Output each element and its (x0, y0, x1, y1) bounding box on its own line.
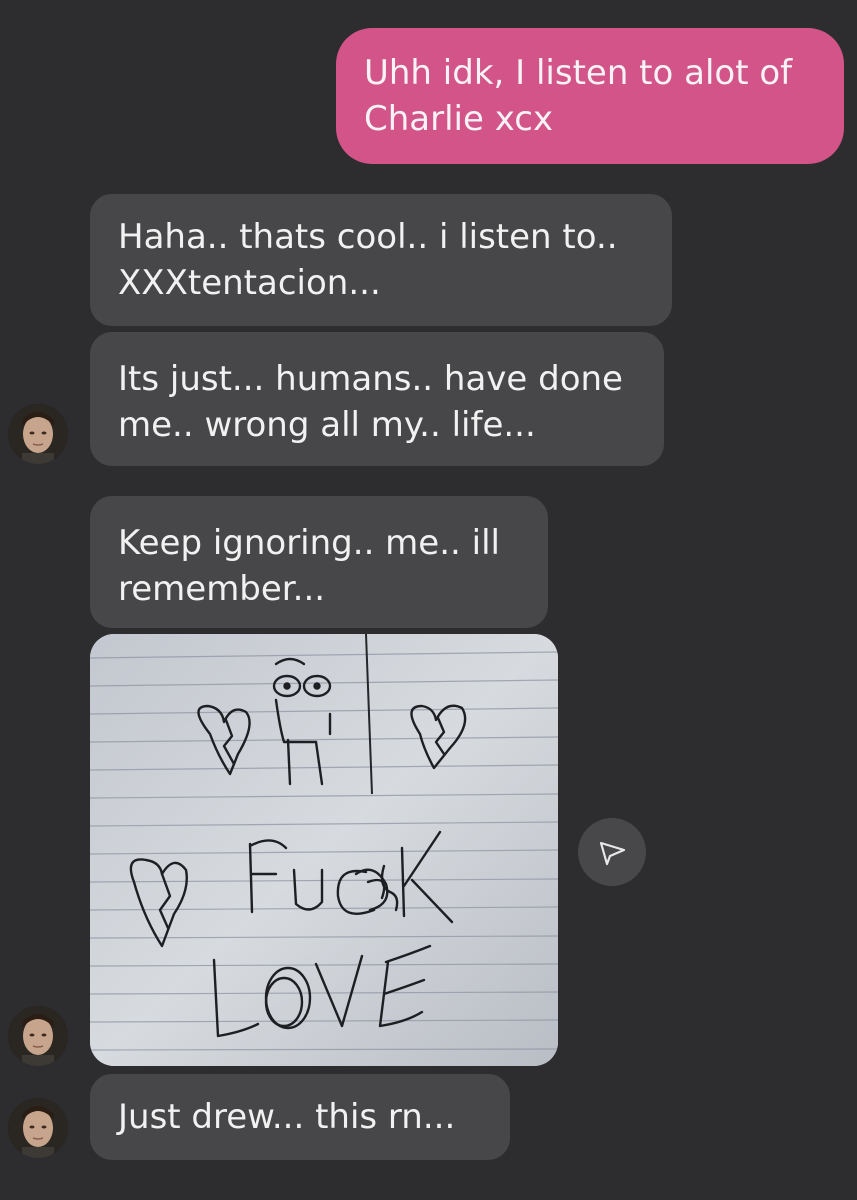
received-message-bubble[interactable]: Keep ignoring.. me.. ill remember... (90, 496, 548, 628)
received-message-bubble[interactable]: Its just... humans.. have done me.. wron… (90, 332, 664, 466)
message-line: Keep ignoring.. me.. ill (118, 523, 500, 563)
received-message-bubble[interactable]: Haha.. thats cool.. i listen to.. XXXten… (90, 194, 672, 326)
avatar-face-icon (8, 1098, 68, 1158)
contact-avatar[interactable] (8, 404, 68, 464)
message-line: XXXtentacion... (118, 263, 381, 303)
message-line: Haha.. thats cool.. i listen to.. (118, 217, 618, 257)
chat-screen: Uhh idk, I listen to alot of Charlie xcx… (0, 0, 857, 1200)
message-line: remember... (118, 569, 326, 609)
received-message-bubble[interactable]: Just drew... this rn... (90, 1074, 510, 1160)
avatar-face-icon (8, 404, 68, 464)
drawing-image[interactable] (90, 634, 558, 1066)
message-line: me.. wrong all my.. life... (118, 405, 536, 445)
share-button[interactable] (578, 818, 646, 886)
contact-avatar[interactable] (8, 1006, 68, 1066)
sent-message-bubble[interactable]: Uhh idk, I listen to alot of Charlie xcx (336, 28, 844, 164)
send-icon (599, 841, 626, 866)
avatar-face-icon (8, 1006, 68, 1066)
message-line: Its just... humans.. have done (118, 359, 623, 399)
message-line: Charlie xcx (364, 99, 554, 139)
contact-avatar[interactable] (8, 1098, 68, 1158)
message-line: Just drew... this rn... (118, 1097, 456, 1137)
notebook-drawing (90, 634, 558, 1066)
message-line: Uhh idk, I listen to alot of (364, 53, 793, 93)
